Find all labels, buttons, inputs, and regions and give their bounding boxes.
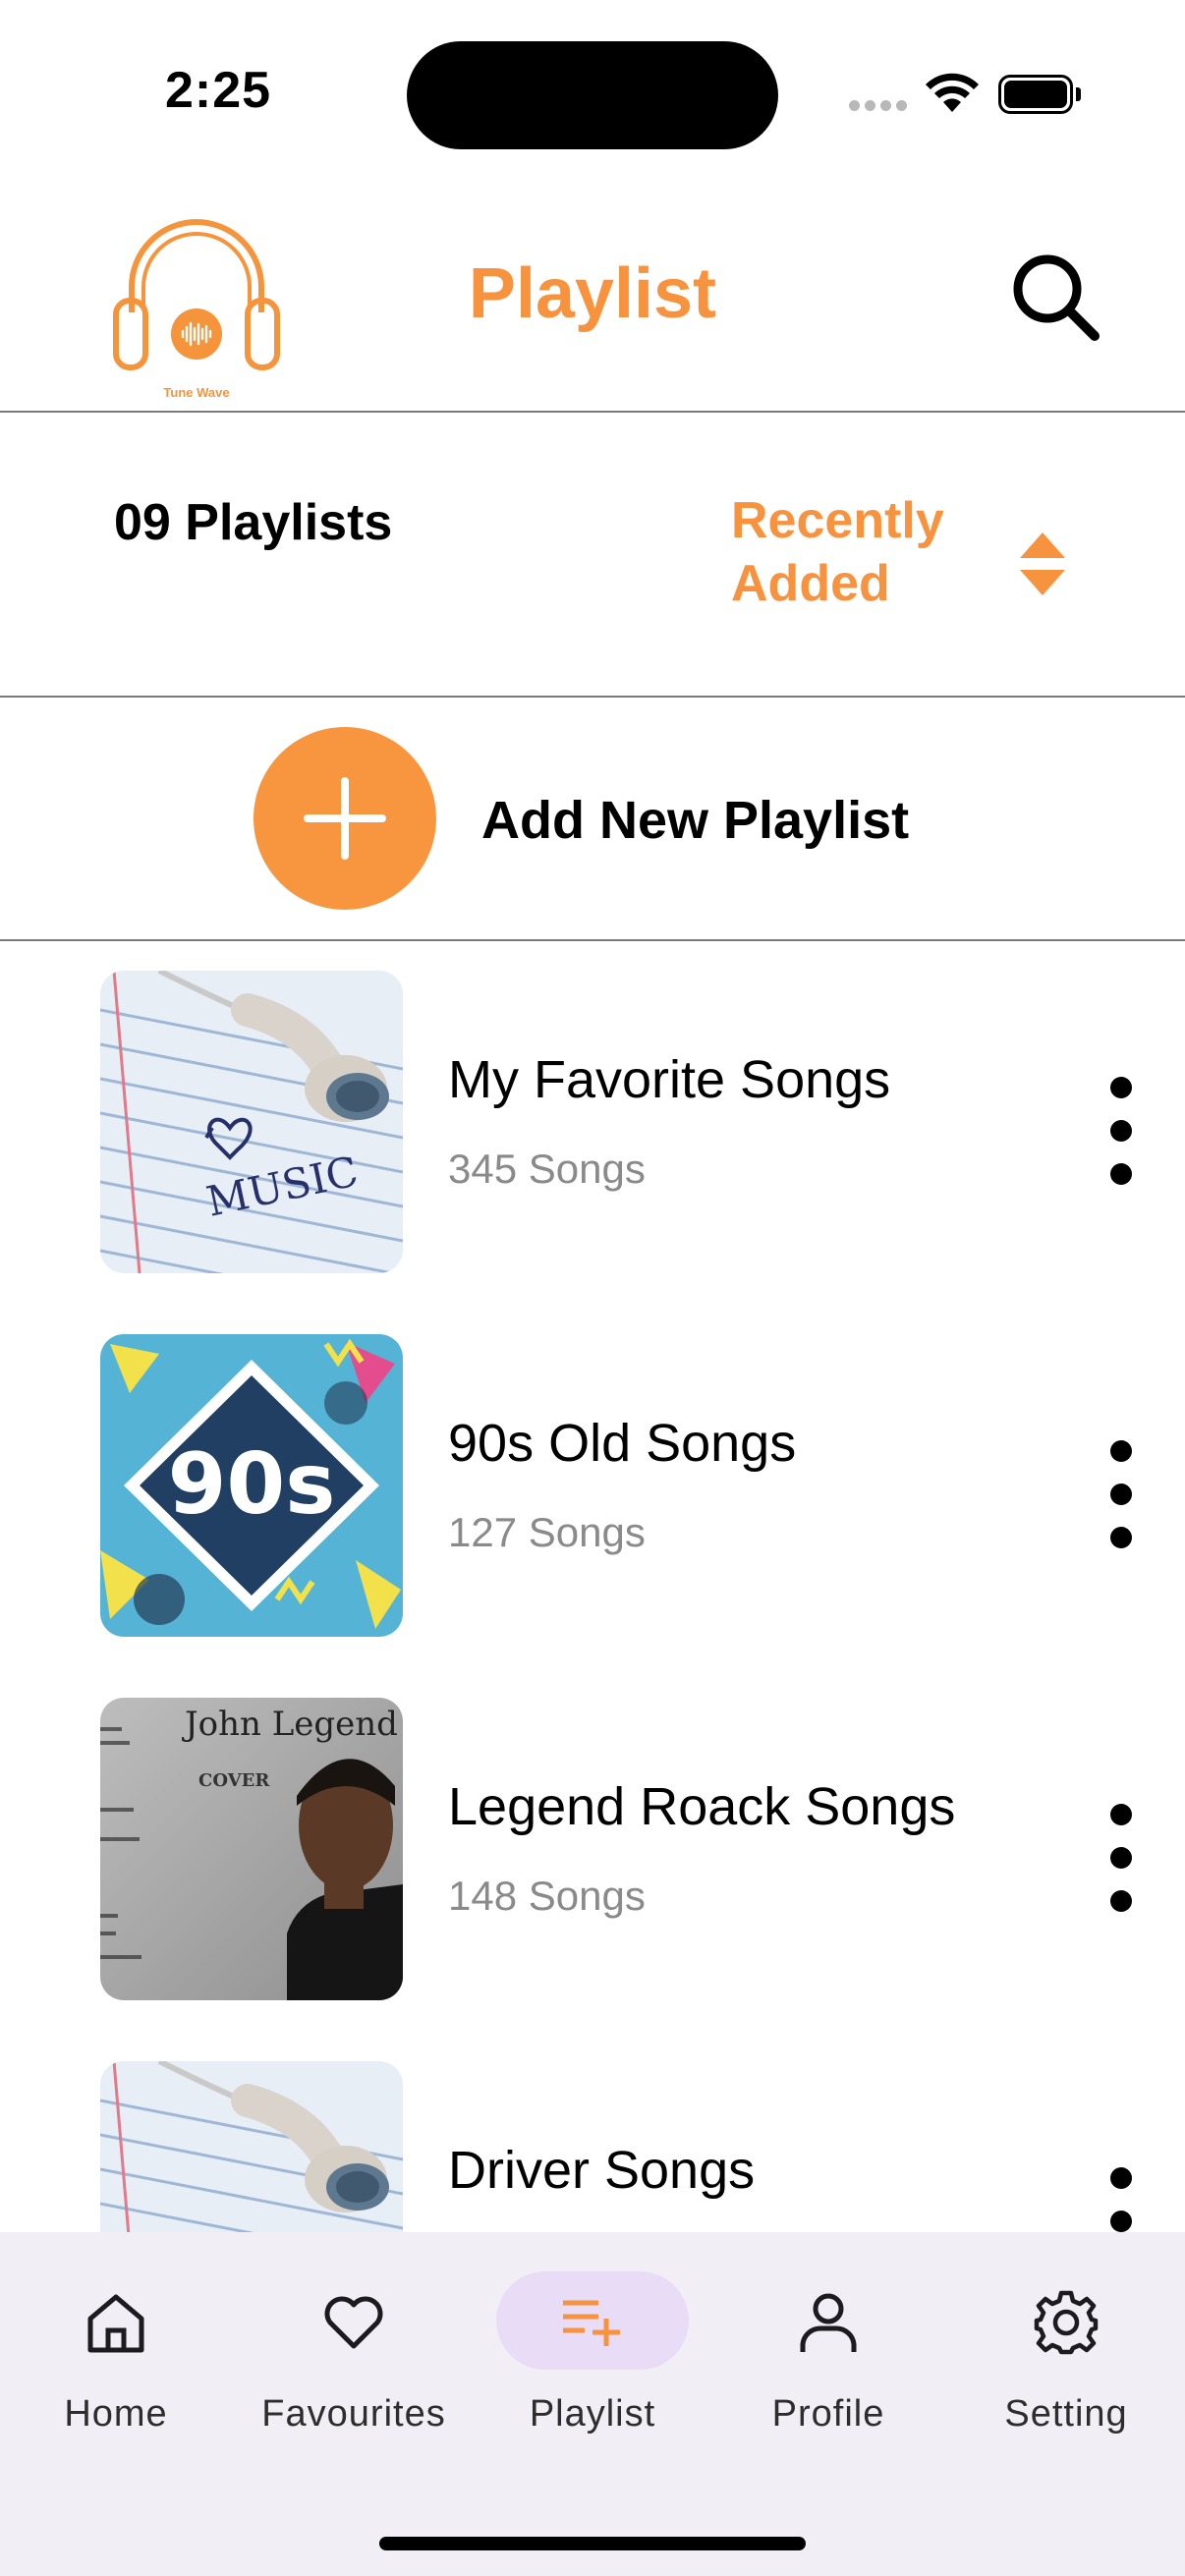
sort-label: Recently Added <box>731 492 944 612</box>
playlist-song-count: 148 Songs <box>448 1873 646 1919</box>
album-cover-artwork: John Legend COVER <box>100 1698 403 2000</box>
playlist-artwork <box>100 2061 403 2232</box>
tab-playlist[interactable]: Playlist <box>484 2271 701 2458</box>
tab-profile[interactable]: Profile <box>720 2271 936 2458</box>
playlist-artwork: John Legend COVER <box>100 1698 403 2000</box>
search-button[interactable] <box>1006 248 1102 344</box>
more-options-icon[interactable] <box>1100 2167 1154 2232</box>
filter-bar: 09 Playlists Recently Added <box>0 413 1185 698</box>
logo-text: Tune Wave <box>163 385 230 400</box>
tab-favourites[interactable]: Favourites <box>246 2271 462 2458</box>
tab-home[interactable]: Home <box>8 2271 224 2458</box>
playlist-item[interactable]: MUSIC My Favorite Songs 345 Songs <box>0 941 1185 1305</box>
tab-setting[interactable]: Setting <box>958 2271 1174 2458</box>
bottom-tab-bar: Home Favourites Playlist Profile Setting <box>0 2232 1185 2576</box>
artwork-cover-text: COVER <box>198 1770 270 1791</box>
app-header: Tune Wave Playlist <box>0 177 1185 413</box>
status-bar: 2:25 <box>0 0 1185 177</box>
playlist-song-count: 127 Songs <box>448 1509 646 1555</box>
add-playlist-label: Add New Playlist <box>481 791 910 850</box>
cellular-signal-icon <box>849 100 908 112</box>
artwork-artist-text: John Legend <box>182 1705 398 1744</box>
plus-icon <box>304 777 386 860</box>
more-options-icon[interactable] <box>1100 1804 1154 1922</box>
playlist-song-count: 345 Songs <box>448 1146 646 1192</box>
more-options-icon[interactable] <box>1100 1440 1154 1558</box>
dynamic-island <box>407 41 778 149</box>
person-icon <box>800 2293 857 2352</box>
search-icon <box>1013 254 1100 341</box>
home-icon <box>87 2294 144 2353</box>
playlist-artwork: MUSIC <box>100 971 403 1273</box>
gear-icon <box>1034 2290 1099 2355</box>
more-options-icon[interactable] <box>1100 1077 1154 1195</box>
heart-icon <box>324 2296 383 2349</box>
playlist-list[interactable]: MUSIC My Favorite Songs 345 Songs 90s 90… <box>0 941 1185 2232</box>
tab-label: Home <box>64 2393 168 2435</box>
playlist-count: 09 Playlists <box>114 494 393 551</box>
playlist-title: 90s Old Songs <box>448 1414 797 1473</box>
earbud-music-artwork: MUSIC <box>100 971 403 1273</box>
playlist-artwork: 90s <box>100 1334 403 1637</box>
tab-label: Playlist <box>529 2393 656 2435</box>
playlist-title: My Favorite Songs <box>448 1050 891 1109</box>
status-time: 2:25 <box>165 62 272 119</box>
playlist-title: Legend Roack Songs <box>448 1777 956 1836</box>
playlist-item[interactable]: Driver Songs <box>0 2032 1185 2232</box>
playlist-add-icon <box>563 2300 620 2346</box>
nineties-artwork: 90s <box>100 1334 403 1637</box>
wifi-icon <box>926 73 979 112</box>
add-new-playlist-row[interactable]: Add New Playlist <box>0 698 1185 941</box>
playlist-item[interactable]: 90s 90s Old Songs 127 Songs <box>0 1305 1185 1668</box>
add-playlist-button[interactable] <box>254 727 436 910</box>
home-indicator[interactable] <box>379 2537 806 2550</box>
sort-button[interactable]: Recently Added <box>727 489 1091 627</box>
tab-label: Setting <box>1004 2393 1128 2435</box>
tab-label: Favourites <box>261 2393 446 2435</box>
artwork-90s-text: 90s <box>168 1435 336 1534</box>
tab-label: Profile <box>771 2393 885 2435</box>
battery-icon <box>998 75 1081 114</box>
earbud-artwork <box>100 2061 403 2232</box>
playlist-title: Driver Songs <box>448 2141 756 2200</box>
sort-updown-icon <box>1020 532 1065 595</box>
playlist-item[interactable]: John Legend COVER Legend Roack Songs 148… <box>0 1668 1185 2032</box>
